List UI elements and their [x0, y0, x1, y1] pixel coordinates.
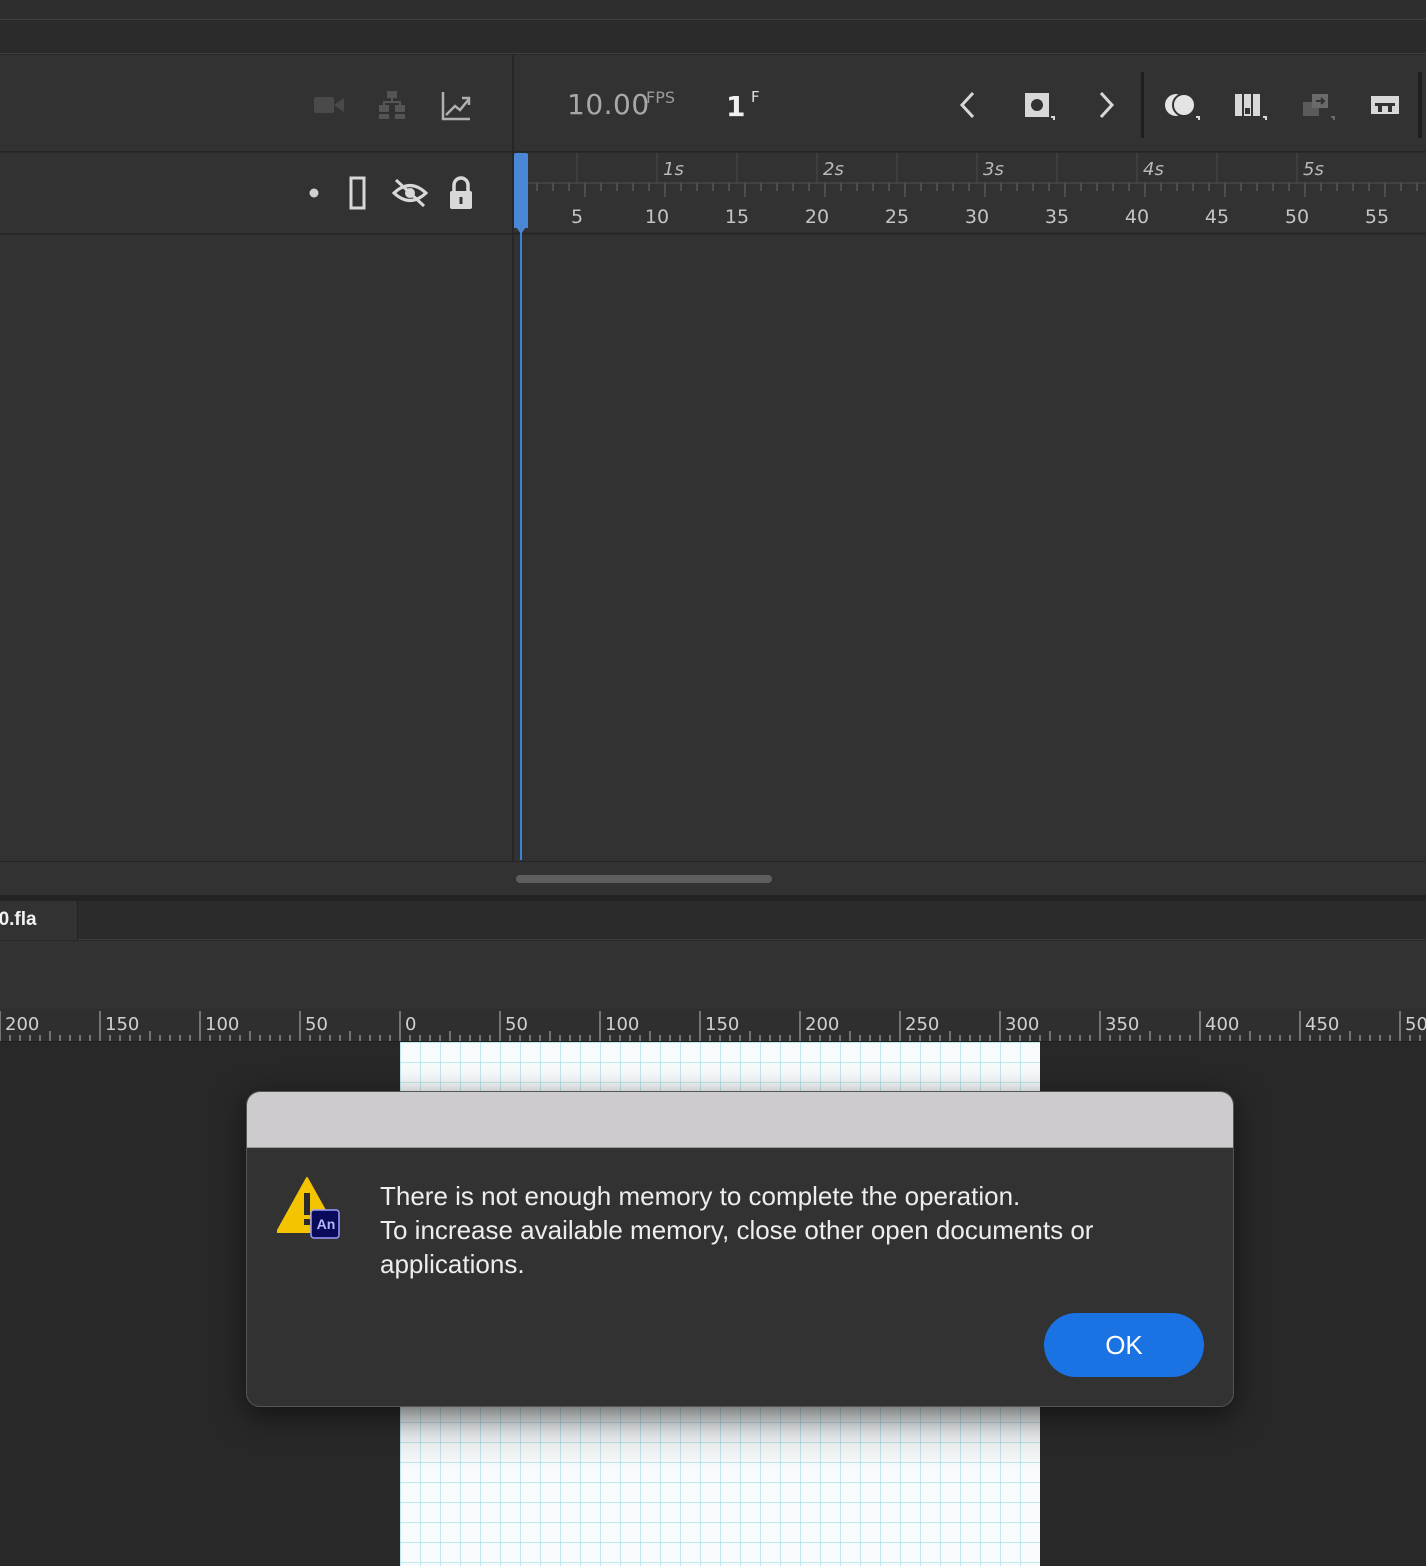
fps-unit-label: FPS [646, 88, 676, 107]
camera-icon[interactable] [312, 90, 346, 120]
stage-ruler-label: 100 [605, 1014, 639, 1035]
stage-ruler-label: 50 [305, 1014, 328, 1035]
layer-controls-row [0, 153, 512, 234]
stage-ruler: 200 150 100 50 0 50 100 150 200 250 300 350 400 450 50 [0, 1009, 1426, 1042]
timeline-horizontal-scrollbar[interactable] [516, 875, 772, 883]
frame-number-label: 50 [1285, 206, 1309, 228]
frame-number-label: 5 [571, 206, 583, 228]
graph-editor-icon[interactable] [438, 88, 474, 124]
playhead-handle[interactable] [514, 153, 528, 228]
timeline-header [0, 55, 1426, 152]
dialog-message-line-1: There is not enough memory to complete t… [380, 1181, 1021, 1211]
panel-tab-bar [0, 21, 1426, 54]
animate-badge-label: An [316, 1216, 336, 1232]
second-label: 2s [823, 159, 844, 180]
dialog-titlebar [247, 1092, 1233, 1148]
stage-ruler-label: 300 [1005, 1014, 1039, 1035]
next-keyframe-icon[interactable] [1090, 88, 1122, 122]
onion-skin-icon[interactable] [1162, 88, 1202, 124]
stage-ruler-label: 450 [1305, 1014, 1339, 1035]
highlight-dot-icon[interactable] [306, 184, 322, 202]
dialog-message-line-3: applications. [380, 1249, 525, 1279]
current-frame-value[interactable]: 1 [726, 90, 745, 123]
warning-animate-icon: An [276, 1176, 343, 1242]
outline-icon[interactable] [344, 174, 372, 212]
frame-number-label: 40 [1125, 206, 1149, 228]
layer-parenting-icon[interactable] [375, 88, 411, 124]
layers-list[interactable] [0, 235, 512, 861]
insert-blank-icon[interactable] [1366, 88, 1406, 124]
stage-ruler-label: 200 [805, 1014, 839, 1035]
stage-ruler-label: 0 [405, 1014, 416, 1035]
frame-ruler-ticks: 1s 2s 3s 4s 5s 5 10 15 20 25 30 35 40 45 50 55 [514, 153, 1426, 234]
insert-keyframe-icon[interactable] [1020, 88, 1056, 124]
visibility-icon[interactable] [390, 174, 430, 212]
frame-number-label: 45 [1205, 206, 1229, 228]
playhead-tip [514, 224, 528, 234]
fps-value[interactable]: 10.00 [567, 88, 650, 121]
dialog-message-line-2: To increase available memory, close othe… [380, 1215, 1094, 1245]
frames-grid[interactable] [514, 235, 1426, 861]
frame-number-label: 10 [645, 206, 669, 228]
create-tween-icon[interactable] [1298, 88, 1338, 124]
frame-number-label: 30 [965, 206, 989, 228]
edit-bar [0, 941, 1426, 1009]
stage-ruler-label: 100 [205, 1014, 239, 1035]
toolbar-separator [1141, 72, 1144, 138]
second-label: 4s [1143, 159, 1164, 180]
stage-ruler-ticks: 200 150 100 50 0 50 100 150 200 250 300 350 400 450 50 [0, 1011, 1426, 1041]
stage-ruler-label: 200 [5, 1014, 39, 1035]
frame-number-label: 20 [805, 206, 829, 228]
frame-number-label: 35 [1045, 206, 1069, 228]
panel-edge [1418, 72, 1422, 138]
stage-ruler-label: 250 [905, 1014, 939, 1035]
frame-number-label: 25 [885, 206, 909, 228]
stage-ruler-label: 50 [1405, 1014, 1426, 1035]
lock-icon[interactable] [444, 174, 478, 212]
second-label: 5s [1303, 159, 1324, 180]
second-label: 1s [663, 159, 684, 180]
ok-button[interactable]: OK [1044, 1313, 1204, 1377]
previous-keyframe-icon[interactable] [952, 88, 984, 122]
stage-ruler-label: 150 [705, 1014, 739, 1035]
stage-ruler-label: 50 [505, 1014, 528, 1035]
edit-multiple-frames-icon[interactable] [1230, 88, 1270, 124]
frame-number-label: 15 [725, 206, 749, 228]
document-tab-bar [0, 901, 1426, 940]
frame-number-label: 55 [1365, 206, 1389, 228]
stage-ruler-label: 400 [1205, 1014, 1239, 1035]
frame-ruler[interactable]: 1s 2s 3s 4s 5s 5 10 15 20 25 30 35 40 45 50 55 [514, 153, 1426, 234]
app-top-bar [0, 0, 1426, 20]
stage-ruler-label: 150 [105, 1014, 139, 1035]
frame-unit-label: F [751, 88, 760, 106]
memory-error-dialog: An There is not enough memory to complet… [246, 1091, 1234, 1407]
stage-ruler-label: 350 [1105, 1014, 1139, 1035]
playhead-line [520, 225, 522, 860]
stage-shadow [400, 1400, 1040, 1470]
document-tab-label[interactable]: 30.fla [0, 909, 37, 931]
second-label: 3s [983, 159, 1004, 180]
